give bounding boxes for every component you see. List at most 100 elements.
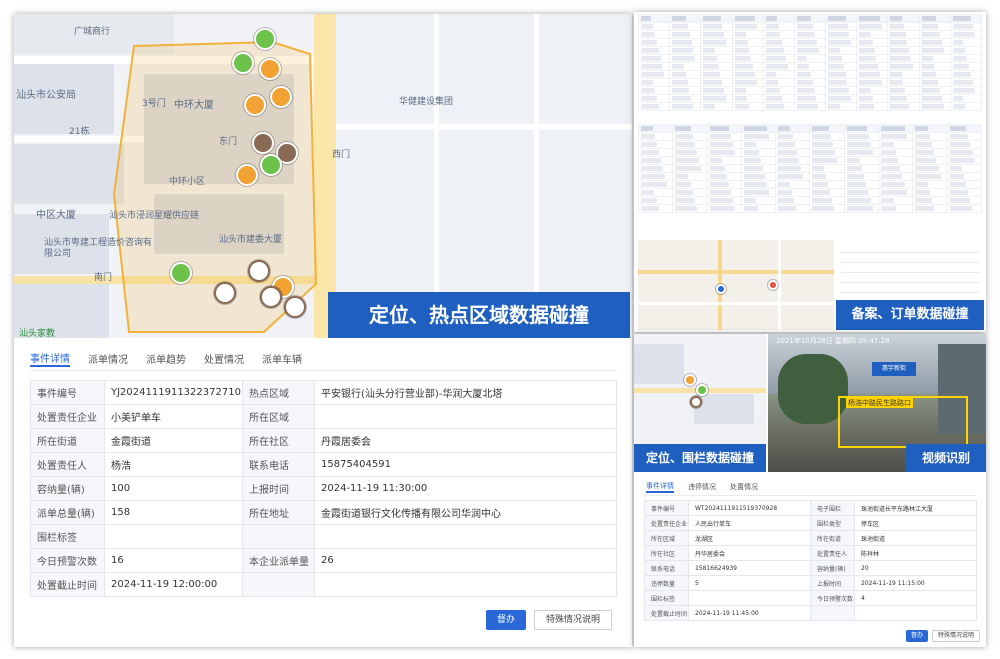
tab-dispatch-trend[interactable]: 派单趋势	[146, 351, 186, 366]
field-label: 所在社区	[242, 428, 315, 453]
table-row	[637, 94, 983, 103]
field-label: 事件编号	[644, 500, 689, 516]
supervise-button[interactable]: 督办	[486, 610, 526, 630]
field-value: 2024-11-19 11:15:00	[854, 575, 977, 591]
field-label: 热点区域	[242, 380, 315, 405]
field-value: 4	[854, 590, 977, 606]
field-value: 珠池街道	[854, 530, 977, 546]
detail-row: 容纳量(辆) 100 上报时间 2024-11-19 11:30:00	[30, 476, 617, 501]
hotspot-map[interactable]: 广城商行 汕头市公安局 3号门 中环大厦 东门 中环小区 中区大厦 汕头市粤建工…	[14, 14, 632, 338]
detail-row: 今日预警次数 16 本企业派单量 26	[30, 548, 617, 573]
table-row	[637, 46, 983, 55]
bike-marker-icon[interactable]	[244, 94, 266, 116]
detail-row: 处置责任企业 小美铲单车 所在区域	[30, 404, 617, 429]
field-value: 平安银行(汕头分行营业部)-华润大厦北塔	[314, 380, 617, 405]
bike-marker-icon[interactable]	[270, 86, 292, 108]
table-row	[637, 172, 983, 181]
field-label: 所在街道	[810, 530, 855, 546]
records-table	[637, 14, 983, 111]
special-explanation-button[interactable]: 特殊情况说明	[932, 630, 980, 642]
bike-marker-icon[interactable]	[260, 154, 282, 176]
bike-marker-icon[interactable]	[232, 52, 254, 74]
field-label	[810, 605, 855, 621]
location-pin-icon[interactable]	[716, 284, 726, 294]
field-value: 丹霞居委会	[314, 428, 617, 453]
field-label: 处置责任人	[30, 452, 105, 477]
detail-row: 围栏标签	[30, 524, 617, 549]
detail-row: 联系电话 15816624939 容纳量(辆) 20	[644, 560, 977, 576]
collage: { "left": { "map": { "pois": ["广城商行","汕头…	[0, 0, 1000, 659]
tab-parking-status[interactable]: 违停情况	[688, 482, 716, 492]
field-value: 2024-11-19 12:00:00	[104, 572, 243, 597]
banner-location-hotspot: 定位、热点区域数据碰撞	[328, 292, 630, 338]
field-label: 处置责任企业	[30, 404, 105, 429]
event-detail-table: 事件编号 YJ2024111911322372710 热点区域 平安银行(汕头分行营业…	[30, 380, 617, 597]
field-value	[314, 404, 617, 429]
detail-row: 处置责任人 杨浩 联系电话 15875404591	[30, 452, 617, 477]
poi: 21栋	[69, 127, 90, 137]
bike-marker-icon[interactable]	[236, 164, 258, 186]
tab-dispatch-vehicles[interactable]: 派单车辆	[262, 351, 302, 366]
tab-event-details[interactable]: 事件详情	[30, 350, 70, 367]
field-label: 上报时间	[242, 476, 315, 501]
table-row	[637, 14, 983, 23]
poi: 中环小区	[169, 177, 206, 187]
tab-dispatch-status[interactable]: 派单情况	[88, 351, 128, 366]
field-value: 158	[104, 500, 243, 525]
field-label: 所在区域	[644, 530, 689, 546]
field-value	[688, 590, 811, 606]
field-label: 处置截止时间	[30, 572, 105, 597]
bike-marker-icon[interactable]	[248, 260, 270, 282]
detail-row: 围栏标签 今日预警次数 4	[644, 590, 977, 606]
table-row	[637, 188, 983, 197]
bike-marker-icon[interactable]	[254, 28, 276, 50]
bike-marker-icon[interactable]	[252, 132, 274, 154]
poi: 汕头市浸润星耀供应链	[109, 211, 200, 221]
tab-handling-status[interactable]: 处置情况	[204, 351, 244, 366]
bike-marker-icon[interactable]	[259, 58, 281, 80]
detection-label: 杨浩中路民生路路口	[846, 398, 913, 408]
bike-marker-icon[interactable]	[684, 374, 696, 386]
hotspot-polygon	[112, 40, 318, 333]
field-value: 15875404591	[314, 452, 617, 477]
field-value: YJ2024111911322372710	[104, 380, 243, 405]
field-value: 2024-11-19 11:30:00	[314, 476, 617, 501]
poi: 东门	[219, 137, 238, 147]
field-value: 小美铲单车	[104, 404, 243, 429]
bike-marker-icon[interactable]	[696, 384, 708, 396]
field-label: 容纳量(辆)	[30, 476, 105, 501]
field-value: 人民出行单车	[688, 515, 811, 531]
table-row	[637, 148, 983, 157]
field-label: 今日预警次数	[810, 590, 855, 606]
supervise-button[interactable]: 督办	[906, 630, 928, 642]
bike-marker-icon[interactable]	[690, 396, 702, 408]
field-label: 联系电话	[242, 452, 315, 477]
detail-row: 处置截止时间 2024-11-19 11:45:00	[644, 605, 977, 621]
bike-marker-icon[interactable]	[214, 282, 236, 304]
field-label: 围栏标签	[644, 590, 689, 606]
field-label: 所在地址	[242, 500, 315, 525]
left-panel: 广城商行 汕头市公安局 3号门 中环大厦 东门 中环小区 中区大厦 汕头市粤建工…	[14, 14, 632, 647]
order-map[interactable]	[638, 240, 834, 330]
table-row	[637, 140, 983, 149]
poi: 南门	[94, 273, 113, 283]
poi: 广城商行	[74, 27, 111, 37]
poi: 汕头市粤建工程造价咨询有限公司	[44, 238, 153, 259]
location-pin-icon[interactable]	[768, 280, 778, 290]
detail-row: 所在社区 丹华居委会 处置责任人 陈祥林	[644, 545, 977, 561]
field-value: 16	[104, 548, 243, 573]
bike-marker-icon[interactable]	[284, 296, 306, 318]
table-row	[637, 156, 983, 165]
field-value	[854, 605, 977, 621]
field-label: 围栏标签	[30, 524, 105, 549]
table-row	[637, 38, 983, 47]
poi: 3号门	[142, 99, 166, 109]
field-value: 26	[314, 548, 617, 573]
tab-handling-status[interactable]: 处置情况	[730, 482, 758, 492]
field-label: 所在街道	[30, 428, 105, 453]
bike-marker-icon[interactable]	[170, 262, 192, 284]
tab-event-details[interactable]: 事件详情	[646, 481, 674, 493]
field-label: 电子围栏	[810, 500, 855, 516]
bike-marker-icon[interactable]	[260, 286, 282, 308]
special-explanation-button[interactable]: 特殊情况说明	[534, 610, 612, 630]
